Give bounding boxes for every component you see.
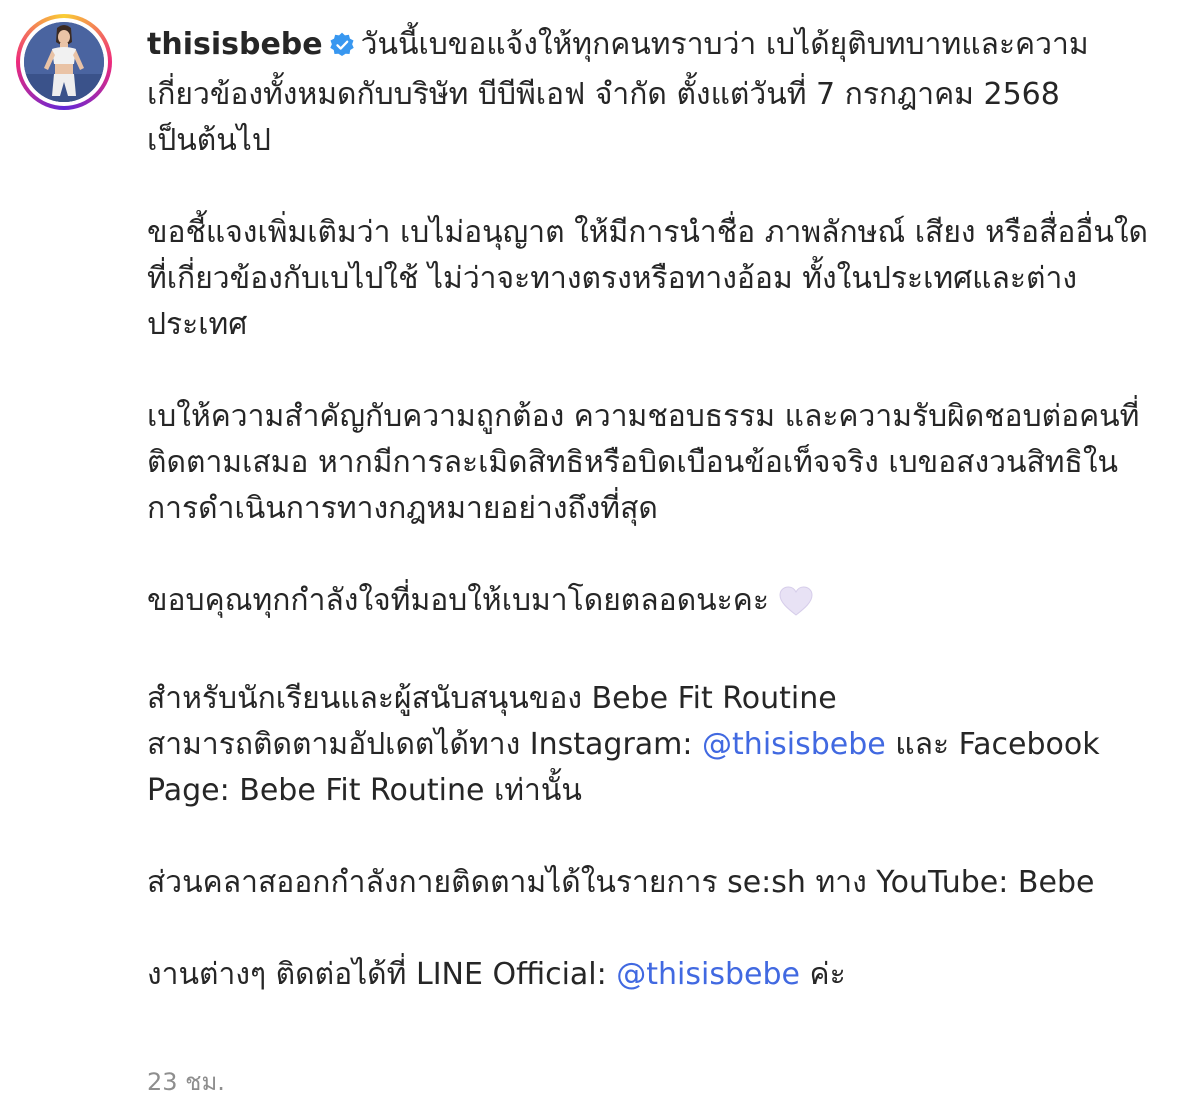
- verified-badge-icon: [329, 26, 355, 72]
- caption-paragraph-2: ขอชี้แจงเพิ่มเติมว่า เบไม่อนุญาต ให้มีกา…: [147, 215, 1149, 342]
- post-timestamp[interactable]: 23 ชม.: [147, 1062, 225, 1101]
- caption-body: thisisbebe วันนี้เบขอแจ้งให้ทุกคนทราบว่า …: [147, 22, 1157, 1044]
- caption-text-4: ขอบคุณทุกกำลังใจที่มอบให้เบมาโดยตลอดนะคะ: [147, 583, 769, 618]
- caption-text-7a: งานต่างๆ ติดต่อได้ที่ LINE Official:: [147, 957, 617, 992]
- story-ring[interactable]: [16, 14, 112, 110]
- caption-paragraph-5: สำหรับนักเรียนและผู้สนับสนุนของ Bebe Fit…: [147, 676, 1157, 814]
- avatar-border: [20, 18, 108, 106]
- mention-link-instagram[interactable]: @thisisbebe: [702, 727, 886, 762]
- instagram-post-caption: thisisbebe วันนี้เบขอแจ้งให้ทุกคนทราบว่า …: [0, 0, 1200, 1117]
- caption-paragraph-7: งานต่างๆ ติดต่อได้ที่ LINE Official: @th…: [147, 952, 1157, 998]
- caption-paragraph-6: ส่วนคลาสออกกำลังกายติดตามได้ในรายการ se:…: [147, 865, 1095, 900]
- mention-link-line[interactable]: @thisisbebe: [616, 957, 800, 992]
- caption-paragraph-1: thisisbebe วันนี้เบขอแจ้งให้ทุกคนทราบว่า …: [147, 22, 1157, 164]
- profile-photo-illustration: [24, 22, 104, 102]
- username-link[interactable]: thisisbebe: [147, 27, 323, 62]
- caption-paragraph-4: ขอบคุณทุกกำลังใจที่มอบให้เบมาโดยตลอดนะคะ: [147, 578, 1157, 630]
- caption-text-5-line-1: สำหรับนักเรียนและผู้สนับสนุนของ Bebe Fit…: [147, 681, 837, 716]
- avatar[interactable]: [24, 22, 104, 102]
- caption-paragraph-3: เบให้ความสำคัญกับความถูกต้อง ความชอบธรรม…: [147, 399, 1140, 526]
- caption-text-7b: ค่ะ: [800, 957, 846, 992]
- caption-text-5-line-2a: สามารถติดตามอัปเดตได้ทาง Instagram:: [147, 727, 703, 762]
- white-heart-emoji-icon: [779, 584, 813, 630]
